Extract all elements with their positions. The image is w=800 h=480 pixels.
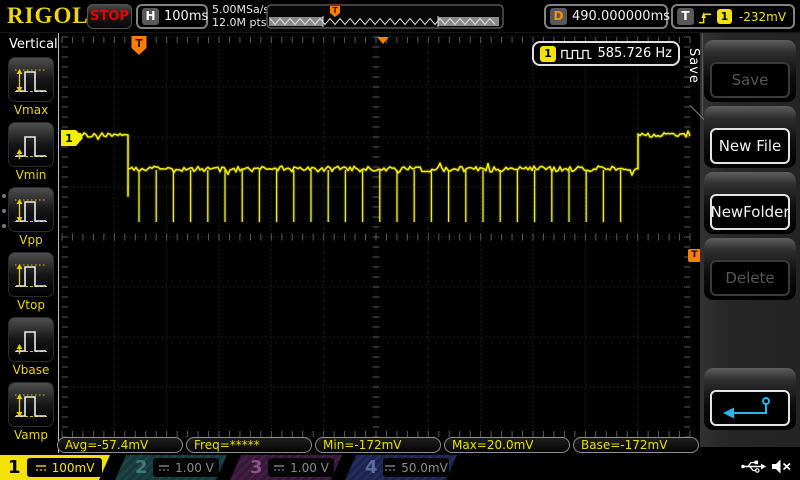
trigger-delay-badge[interactable]: D 490.000000ms: [544, 4, 671, 29]
new-file-button[interactable]: New File: [704, 106, 796, 168]
vamp-icon: [15, 393, 47, 417]
left-menu-label: Vmin: [15, 168, 47, 182]
channel-3-tab[interactable]: 3 1.00 V: [230, 455, 342, 480]
vtop-icon: [15, 263, 47, 287]
measurement-badge: Min=-172mV: [315, 437, 441, 453]
left-menu-item-vpp[interactable]: Vpp: [6, 187, 56, 247]
softkey-label: Save: [710, 62, 790, 98]
measurement-badge: Base=-172mV: [573, 437, 699, 453]
softkey-label: New File: [710, 128, 790, 164]
top-status-bar: RIGOL STOP H 100ms 5.00MSa/s 12.0M pts T…: [0, 0, 800, 33]
display-center-marker: [377, 37, 389, 44]
left-menu-title: Vertical: [9, 37, 58, 52]
delay-value: 490.000000ms: [572, 9, 671, 24]
oscilloscope-screen: RIGOL STOP H 100ms 5.00MSa/s 12.0M pts T…: [0, 0, 800, 480]
dc-coupling-icon: [385, 464, 396, 471]
trigger-source-badge: 1: [717, 9, 732, 24]
vmin-icon: [15, 135, 47, 159]
memory-waveform-bar[interactable]: T: [266, 4, 504, 29]
left-menu-label: Vamp: [14, 428, 48, 442]
vbase-icon: [15, 330, 47, 354]
trigger-status-badge[interactable]: T 1 -232mV: [671, 4, 795, 29]
measurement-badge: Max=20.0mV: [444, 437, 570, 453]
waveform-display: T1: [61, 36, 692, 438]
return-button[interactable]: [704, 368, 796, 430]
counter-channel-badge: 1: [540, 45, 556, 62]
svg-text:1: 1: [65, 132, 73, 145]
sample-rate: 5.00MSa/s: [212, 3, 270, 16]
h-key-icon: H: [142, 8, 159, 25]
left-menu-label: Vpp: [19, 233, 43, 247]
left-menu-item-vmax[interactable]: Vmax: [6, 57, 56, 117]
scroll-dot: [2, 194, 6, 198]
newfolder-button[interactable]: NewFolder: [704, 172, 796, 234]
d-key-icon: D: [550, 8, 567, 25]
rising-edge-icon: [698, 11, 712, 23]
channel-2-tab[interactable]: 2 1.00 V: [115, 455, 227, 480]
channel-number: 4: [365, 457, 378, 478]
dc-coupling-icon: [274, 464, 285, 471]
left-menu-label: Vbase: [12, 363, 50, 377]
channel-scale: 50.0mV: [401, 460, 448, 475]
timebase-value: 100ms: [164, 9, 209, 24]
left-menu-item-vamp[interactable]: Vamp: [6, 382, 56, 442]
measurement-badge: Freq=*****: [186, 437, 312, 453]
measurement-badge: Avg=-57.4mV: [57, 437, 183, 453]
left-menu-label: Vmax: [13, 103, 49, 117]
left-menu-item-vtop[interactable]: Vtop: [6, 252, 56, 312]
menu-tab-edge: [702, 33, 703, 115]
vmax-icon: [15, 68, 47, 92]
channel-number: 1: [8, 457, 21, 478]
channel-scale: 1.00 V: [290, 460, 329, 475]
speaker-muted-icon: [772, 459, 791, 474]
t-key-icon: T: [677, 8, 694, 25]
run-stop-indicator[interactable]: STOP: [87, 4, 132, 29]
save-button[interactable]: Save: [704, 40, 796, 102]
channel-1-tab[interactable]: 1 100mV: [0, 455, 110, 480]
svg-text:T: T: [135, 37, 143, 50]
frequency-counter: 1 585.726 Hz: [532, 41, 680, 66]
acquisition-info: 5.00MSa/s 12.0M pts: [212, 3, 270, 29]
channel-scale: 1.00 V: [175, 460, 214, 475]
square-wave-icon: [561, 49, 592, 59]
delete-button[interactable]: Delete: [704, 238, 796, 300]
dc-coupling-icon: [35, 464, 46, 471]
dc-coupling-icon: [159, 464, 170, 471]
left-menu-label: Vtop: [17, 298, 45, 312]
trigger-level-value: -232mV: [738, 9, 787, 24]
left-menu-item-vmin[interactable]: Vmin: [6, 122, 56, 182]
vpp-icon: [15, 198, 47, 222]
channel-4-tab[interactable]: 4 50.0mV: [345, 455, 457, 480]
svg-text:T: T: [332, 6, 338, 15]
softkey-label: NewFolder: [710, 194, 790, 230]
channel-number: 2: [135, 457, 148, 478]
horizontal-timebase-badge[interactable]: H 100ms: [136, 4, 208, 29]
rigol-logo: RIGOL: [7, 3, 89, 28]
left-menu-item-vbase[interactable]: Vbase: [6, 317, 56, 377]
scroll-dot: [2, 209, 6, 213]
counter-frequency-value: 585.726 Hz: [597, 46, 673, 61]
memory-depth: 12.0M pts: [212, 15, 267, 29]
channel-status-bar: 1 100mV 2 1.00 V 3 1.00 V 4 50.0mV: [0, 455, 800, 480]
return-arrow-icon: [723, 397, 770, 419]
scroll-dot: [2, 224, 6, 228]
softkey-label: Delete: [710, 260, 790, 296]
sidebar-separator: [58, 33, 59, 453]
channel-number: 3: [250, 457, 263, 478]
channel-scale: 100mV: [51, 460, 95, 475]
menu-tab-label: Save: [686, 48, 701, 84]
usb-icon: [741, 460, 766, 473]
